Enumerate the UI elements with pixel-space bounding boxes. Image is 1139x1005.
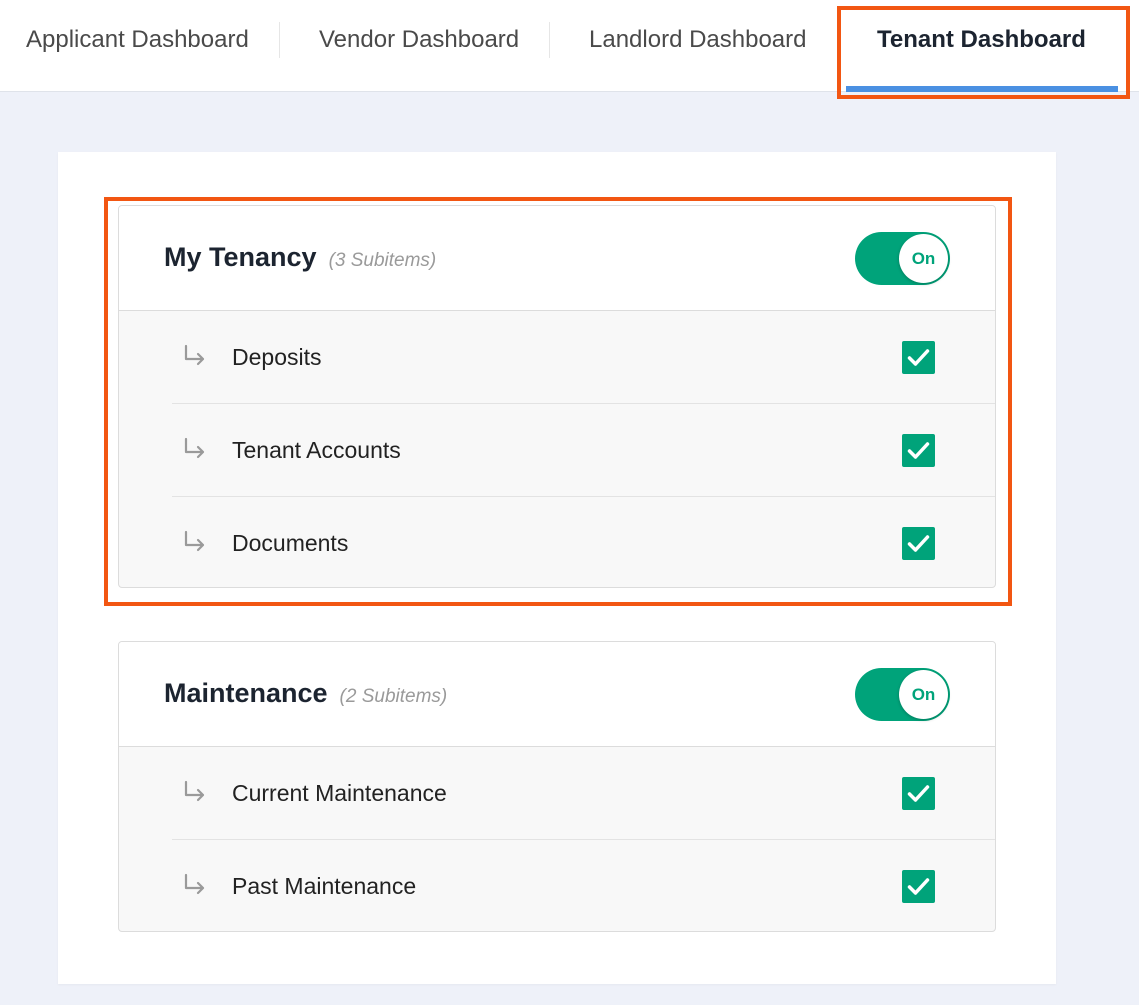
subitem-label: Current Maintenance — [232, 780, 447, 806]
subitem-arrow-icon — [184, 344, 205, 366]
subitem-label: Documents — [232, 530, 349, 556]
tab-vendor-dashboard[interactable]: Vendor Dashboard — [319, 0, 519, 91]
subitem-checkbox[interactable] — [902, 777, 935, 810]
tab-landlord-dashboard[interactable]: Landlord Dashboard — [589, 0, 807, 91]
list-item: Documents — [119, 497, 995, 587]
toggle-knob: On — [899, 234, 948, 283]
section-toggle[interactable]: On — [855, 232, 950, 285]
subitem-arrow-icon — [184, 780, 205, 802]
section-header: My Tenancy (3 Subitems) On — [119, 206, 995, 311]
checkmark-icon — [907, 535, 930, 552]
tab-tenant-dashboard[interactable]: Tenant Dashboard — [877, 0, 1086, 91]
subitem-checkbox[interactable] — [902, 341, 935, 374]
subitem-count: (2 Subitems) — [339, 686, 448, 707]
section-title-text: My Tenancy — [164, 242, 317, 272]
section-card-my-tenancy: My Tenancy (3 Subitems) On Deposits Tenan… — [118, 205, 996, 588]
list-item: Deposits — [119, 311, 995, 404]
dashboard-tab-bar: Applicant Dashboard Vendor Dashboard Lan… — [0, 0, 1139, 92]
subitem-arrow-icon — [184, 873, 205, 895]
subitem-arrow-icon — [184, 530, 205, 552]
list-item: Past Maintenance — [119, 840, 995, 931]
subitem-checkbox[interactable] — [902, 870, 935, 903]
checkmark-icon — [907, 878, 930, 895]
toggle-knob: On — [899, 670, 948, 719]
active-tab-indicator — [846, 86, 1118, 92]
tab-divider — [549, 22, 550, 58]
section-toggle[interactable]: On — [855, 668, 950, 721]
subitem-label: Past Maintenance — [232, 873, 417, 899]
section-card-maintenance: Maintenance (2 Subitems) On Current Maint… — [118, 641, 996, 932]
list-item: Current Maintenance — [119, 747, 995, 840]
checkmark-icon — [907, 442, 930, 459]
section-title: Maintenance (2 Subitems) — [164, 678, 447, 709]
checkmark-icon — [907, 785, 930, 802]
subitem-label: Tenant Accounts — [232, 437, 401, 463]
checkmark-icon — [907, 349, 930, 366]
subitem-count: (3 Subitems) — [328, 250, 437, 271]
subitem-arrow-icon — [184, 437, 205, 459]
tab-applicant-dashboard[interactable]: Applicant Dashboard — [26, 0, 249, 91]
section-title: My Tenancy (3 Subitems) — [164, 242, 436, 273]
list-item: Tenant Accounts — [119, 404, 995, 497]
subitem-label: Deposits — [232, 344, 322, 370]
subitem-checkbox[interactable] — [902, 527, 935, 560]
section-title-text: Maintenance — [164, 678, 328, 708]
subitem-checkbox[interactable] — [902, 434, 935, 467]
section-header: Maintenance (2 Subitems) On — [119, 642, 995, 747]
tab-divider — [279, 22, 280, 58]
